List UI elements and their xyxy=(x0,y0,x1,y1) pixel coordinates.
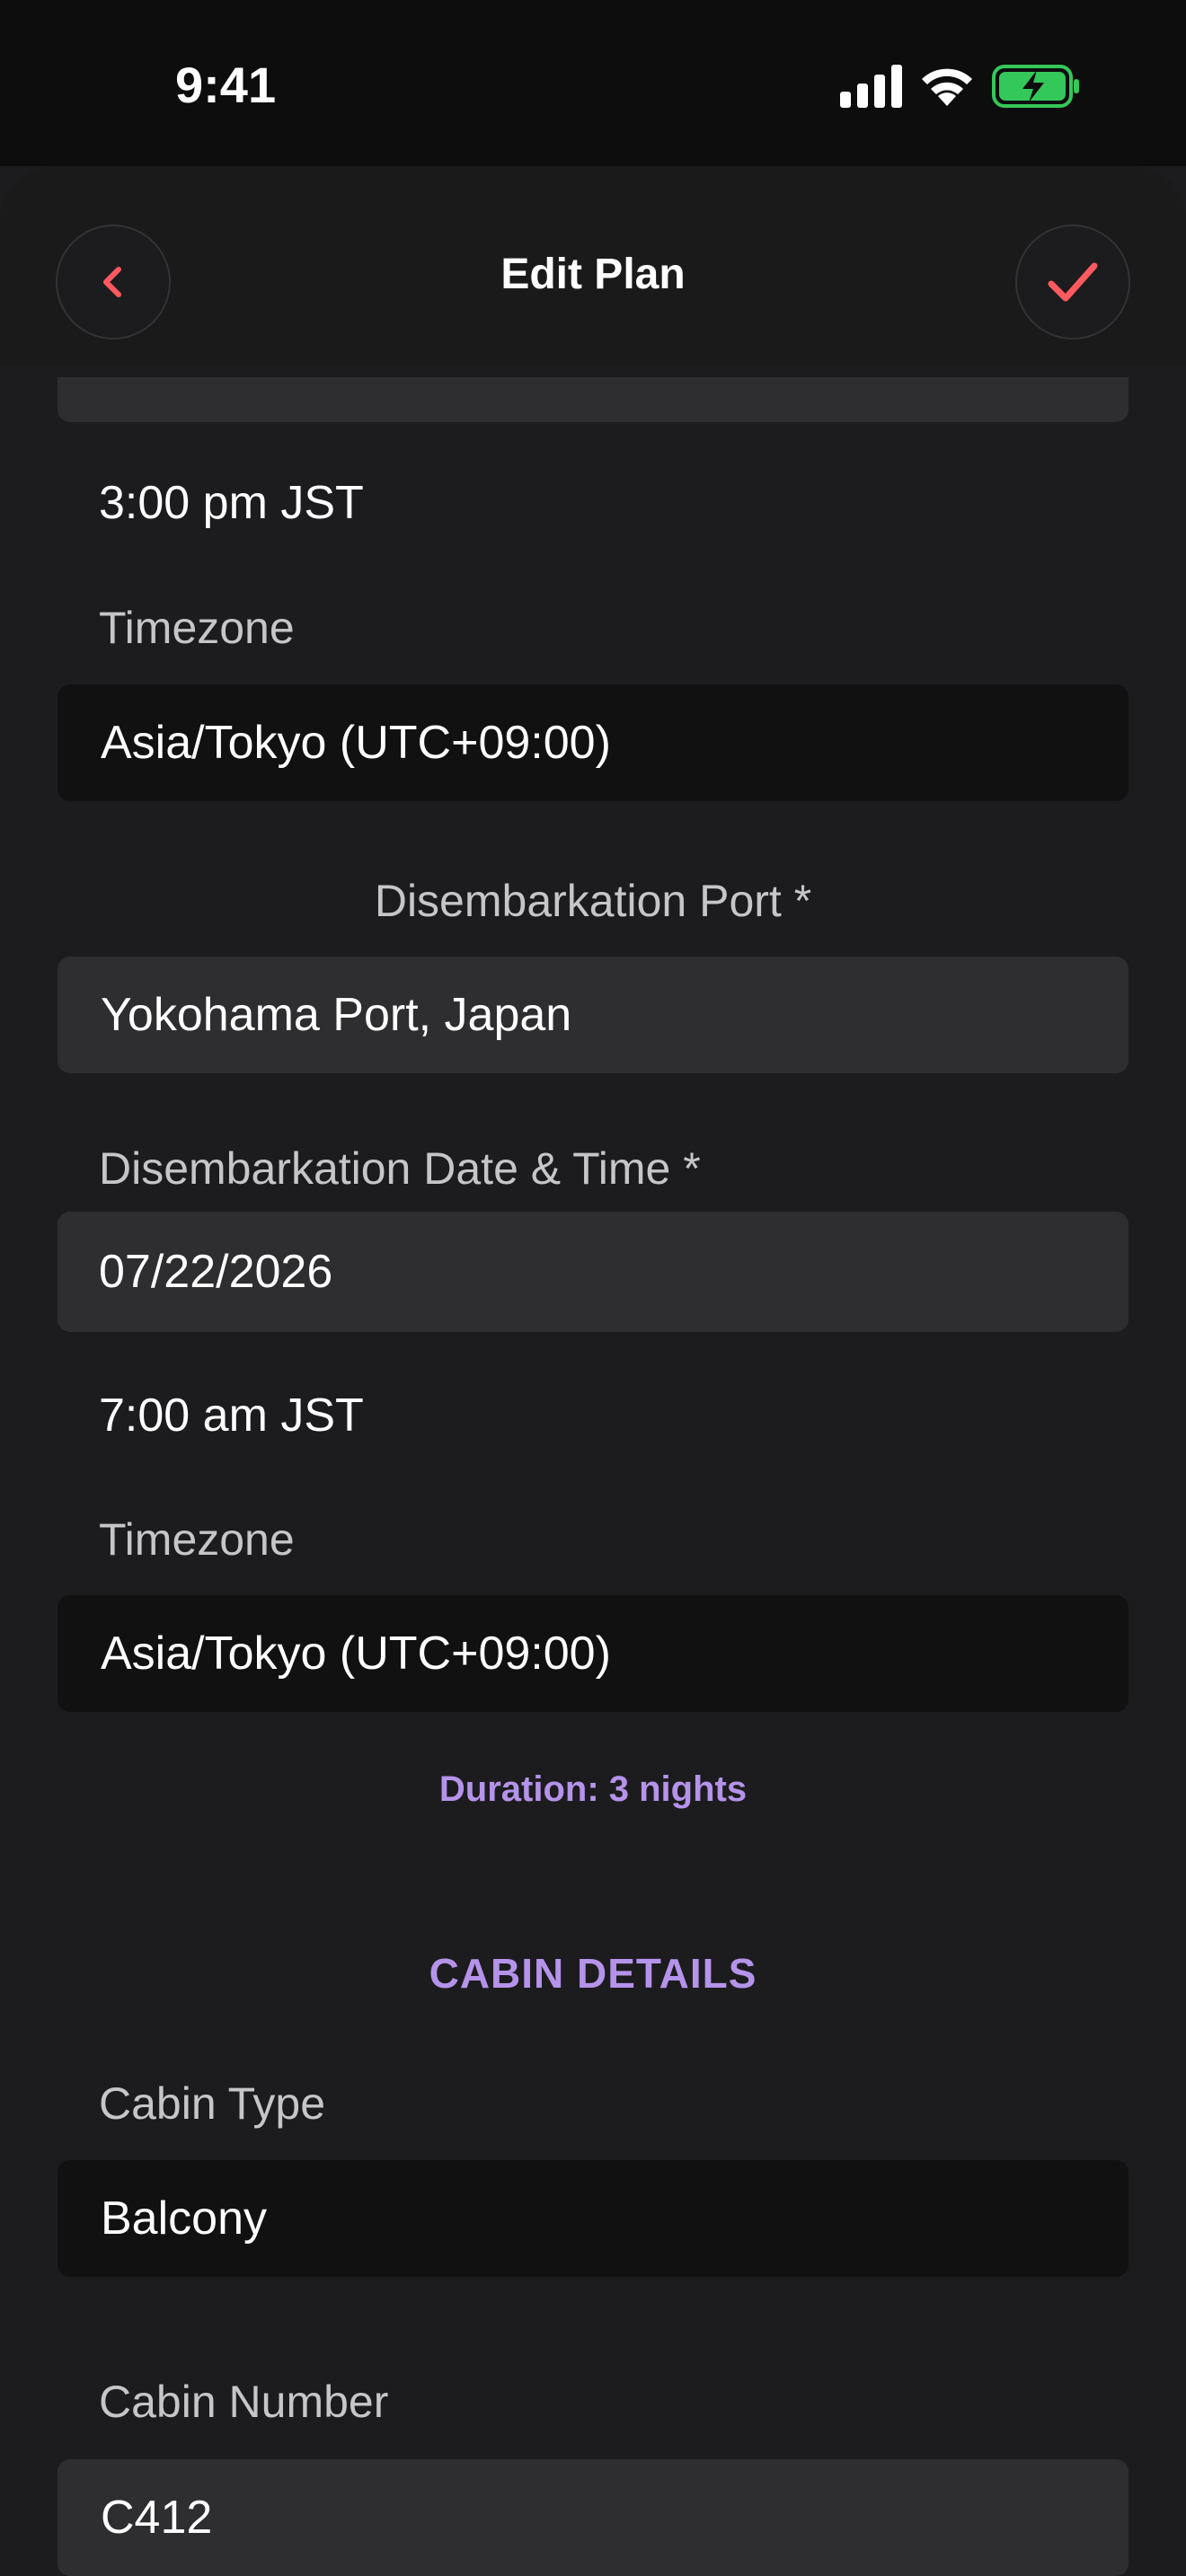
cabin-type-field[interactable]: Balcony xyxy=(58,2160,1128,2277)
save-button[interactable] xyxy=(1015,225,1130,340)
cabin-details-heading: CABIN DETAILS xyxy=(429,1950,757,1997)
disembarkation-timezone-value: Asia/Tokyo (UTC+09:00) xyxy=(101,1628,611,1680)
status-bar: 9:41 xyxy=(0,0,1186,166)
duration-text: Duration: 3 nights xyxy=(438,1769,748,1809)
embarkation-timezone-value: Asia/Tokyo (UTC+09:00) xyxy=(101,717,611,769)
embarkation-date-field[interactable] xyxy=(58,377,1128,422)
disembarkation-date-field[interactable]: 07/22/2026 xyxy=(58,1212,1128,1332)
checkmark-icon xyxy=(1048,262,1098,302)
cabin-number-label: Cabin Number xyxy=(99,2377,389,2427)
disembarkation-date-value: 07/22/2026 xyxy=(99,1246,333,1298)
disembarkation-timezone-label: Timezone xyxy=(99,1514,295,1565)
cabin-type-label: Cabin Type xyxy=(99,2078,326,2129)
embarkation-time-value[interactable]: 3:00 pm JST xyxy=(99,476,364,530)
disembarkation-time-value[interactable]: 7:00 am JST xyxy=(99,1389,364,1442)
cabin-type-value: Balcony xyxy=(101,2192,267,2245)
wifi-icon xyxy=(922,68,972,106)
cabin-number-field[interactable]: C412 xyxy=(58,2459,1128,2576)
disembarkation-timezone-field[interactable]: Asia/Tokyo (UTC+09:00) xyxy=(58,1595,1128,1712)
disembarkation-port-value: Yokohama Port, Japan xyxy=(101,989,572,1041)
signal-icon xyxy=(840,65,902,108)
disembarkation-port-label: Disembarkation Port * xyxy=(374,876,812,926)
cabin-number-value: C412 xyxy=(101,2492,213,2544)
disembarkation-datetime-label: Disembarkation Date & Time * xyxy=(99,1143,701,1194)
page-title: Edit Plan xyxy=(500,251,686,298)
embarkation-timezone-field[interactable]: Asia/Tokyo (UTC+09:00) xyxy=(58,684,1128,801)
status-time: 9:41 xyxy=(175,57,277,113)
disembarkation-port-field[interactable]: Yokohama Port, Japan xyxy=(58,957,1128,1073)
embarkation-timezone-label: Timezone xyxy=(99,603,295,653)
battery-charging-icon xyxy=(992,65,1079,108)
